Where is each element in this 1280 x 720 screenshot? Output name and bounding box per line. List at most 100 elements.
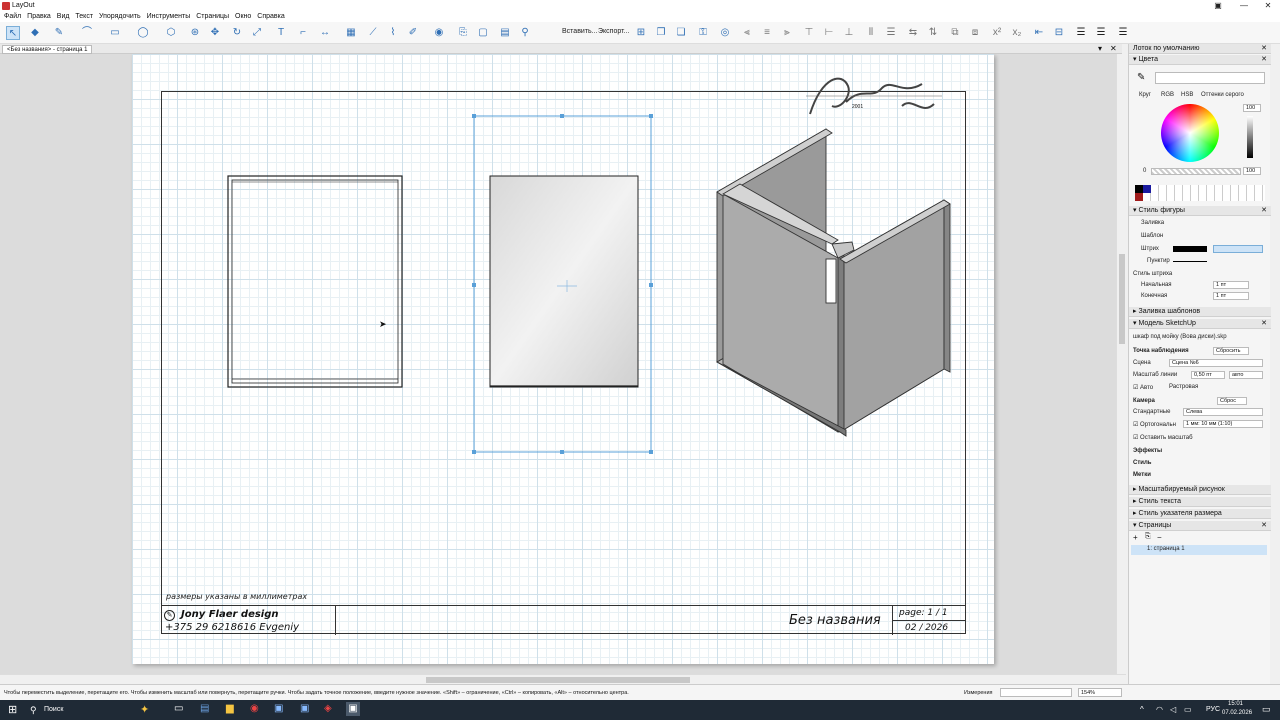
taskbar-search[interactable]: Поиск xyxy=(44,706,63,713)
colors-section-header[interactable]: ▾ Цвета ✕ xyxy=(1129,55,1271,65)
app-icon-1[interactable]: ▣ xyxy=(274,703,283,714)
align-top-icon[interactable]: ⊤ xyxy=(802,26,816,40)
opacity-value[interactable]: 100 xyxy=(1243,167,1261,175)
menu-tools[interactable]: Инструменты xyxy=(147,12,191,22)
render-mode-select[interactable]: Растровая xyxy=(1169,384,1198,390)
notifications-icon[interactable]: ▭ xyxy=(1262,704,1271,715)
app-icon-2[interactable]: ▣ xyxy=(300,703,309,714)
ortho-checkbox[interactable]: ☑ Ортогональн xyxy=(1133,421,1176,428)
volume-icon[interactable]: ◁ xyxy=(1170,705,1176,714)
color-tab-rgb[interactable]: RGB xyxy=(1161,92,1174,98)
pattern-fill-section-header[interactable]: ▸ Заливка шаблонов xyxy=(1129,307,1271,317)
reset-viewpoint-button[interactable]: Сбросить xyxy=(1213,347,1249,355)
restore-window-icon[interactable]: ▣ xyxy=(1206,0,1230,12)
text-align-center-icon[interactable]: ⊟ xyxy=(1052,26,1066,40)
tray-chevron-icon[interactable]: ^ xyxy=(1140,705,1144,714)
keep-scale-checkbox[interactable]: ☑ Оставить масштаб xyxy=(1133,434,1193,441)
standard-views-select[interactable]: Слева xyxy=(1183,408,1263,416)
menu-window[interactable]: Окно xyxy=(235,12,251,22)
tab-dropdown-icon[interactable]: ▾ xyxy=(1098,44,1102,53)
front-view-drawing[interactable] xyxy=(227,175,403,388)
text-tool-icon[interactable]: T xyxy=(274,26,288,40)
start-width-field[interactable]: 1 пт xyxy=(1213,281,1249,289)
stroke-width-field[interactable] xyxy=(1213,245,1263,253)
close-tab-icon[interactable]: ✕ xyxy=(1110,44,1117,53)
color-wheel[interactable] xyxy=(1161,104,1219,162)
text-justify-right-icon[interactable]: ☰ xyxy=(1116,26,1130,40)
layout-app-icon[interactable]: ▣ xyxy=(346,702,360,716)
effects-section[interactable]: Эффекты xyxy=(1133,448,1162,454)
screen-presentation-icon[interactable]: ◉ xyxy=(432,26,446,40)
text-style-section-header[interactable]: ▸ Стиль текста xyxy=(1129,497,1271,507)
language-indicator[interactable]: РУС xyxy=(1206,706,1220,713)
text-align-left-icon[interactable]: ⇤ xyxy=(1032,26,1046,40)
menu-text[interactable]: Текст xyxy=(75,12,93,22)
line-scale-mode[interactable]: авто xyxy=(1229,371,1263,379)
pen-tool-icon[interactable]: ✎ xyxy=(52,26,66,40)
brightness-slider[interactable] xyxy=(1247,116,1253,158)
chrome-icon[interactable]: ◉ xyxy=(250,703,259,714)
document-tab[interactable]: <Без названия> - страница 1 xyxy=(2,45,93,54)
ortho-scale-select[interactable]: 1 мм: 10 мм (1:10) xyxy=(1183,420,1263,428)
pattern-label[interactable]: Шаблон xyxy=(1141,233,1163,239)
distribute-h-icon[interactable]: ⫴ xyxy=(864,26,878,40)
title-block[interactable]: ✎ Jony Flaer design +375 29 6218616 Evge… xyxy=(161,605,966,635)
dash-label[interactable]: Пунктир xyxy=(1147,258,1170,264)
insert-button[interactable]: Вставить... xyxy=(562,28,598,35)
distribute-v-icon[interactable]: ☰ xyxy=(884,26,898,40)
bring-front-icon[interactable]: ⧉ xyxy=(948,26,962,40)
menu-view[interactable]: Вид xyxy=(57,12,70,22)
arc-tool-icon[interactable]: ⌒ xyxy=(80,26,94,40)
export-button[interactable]: Экспорт... xyxy=(598,28,629,35)
ungroup-icon[interactable]: ❏ xyxy=(674,26,688,40)
menu-help[interactable]: Справка xyxy=(257,12,284,22)
paper-page[interactable]: 2001 размеры указаны в миллиметрах ✎ Jon… xyxy=(132,54,994,664)
color-tab-wheel[interactable]: Круг xyxy=(1139,92,1151,98)
zoom-icon[interactable]: ⚲ xyxy=(518,26,532,40)
clock-time[interactable]: 15:01 xyxy=(1228,701,1243,707)
align-middle-icon[interactable]: ⊢ xyxy=(822,26,836,40)
grid-toggle-icon[interactable]: ⊞ xyxy=(634,26,648,40)
opacity-slider[interactable] xyxy=(1151,168,1241,175)
label-tool-icon[interactable]: ⌐ xyxy=(296,26,310,40)
eyedropper-icon[interactable]: ✎ xyxy=(1137,72,1145,83)
tags-section[interactable]: Метки xyxy=(1133,472,1151,478)
sketchup-icon[interactable]: ◈ xyxy=(324,703,332,714)
horizontal-scroll-thumb[interactable] xyxy=(426,677,690,683)
back-view-drawing[interactable] xyxy=(472,114,653,454)
dimension-tool-icon[interactable]: ↔ xyxy=(318,26,332,40)
table-tool-icon[interactable]: ▦ xyxy=(344,26,358,40)
close-panel-icon[interactable]: ✕ xyxy=(1261,44,1267,54)
style-section[interactable]: Стиль xyxy=(1133,460,1151,466)
superscript-icon[interactable]: x² xyxy=(990,26,1004,40)
add-page-icon[interactable]: + xyxy=(1133,533,1138,542)
dimension-style-section-header[interactable]: ▸ Стиль указателя размера xyxy=(1129,509,1271,519)
dash-preview[interactable] xyxy=(1173,261,1207,262)
sketchup-model-section-header[interactable]: ▾ Модель SketchUp ✕ xyxy=(1129,319,1271,329)
menu-arrange[interactable]: Упорядочить xyxy=(99,12,141,22)
flip-v-icon[interactable]: ⇅ xyxy=(926,26,940,40)
text-justify-center-icon[interactable]: ☰ xyxy=(1094,26,1108,40)
folder-icon[interactable]: ▆ xyxy=(226,703,234,714)
auto-checkbox[interactable]: ☑ Авто xyxy=(1133,384,1153,391)
network-icon[interactable]: ◠ xyxy=(1156,705,1163,714)
close-window-button[interactable]: ✕ xyxy=(1256,0,1280,12)
line-scale-field[interactable]: 0,50 пт xyxy=(1191,371,1225,379)
isometric-cabinet-drawing[interactable] xyxy=(716,128,951,437)
page-list-item[interactable]: 1: страница 1 xyxy=(1131,545,1267,555)
brightness-value[interactable]: 100 xyxy=(1243,104,1261,112)
vertical-scroll-thumb[interactable] xyxy=(1119,254,1125,344)
horizontal-scrollbar[interactable] xyxy=(0,674,1126,684)
polygon-tool-icon[interactable]: ⬡ xyxy=(164,26,178,40)
circle-tool-icon[interactable]: ◯ xyxy=(136,26,150,40)
join-tool-icon[interactable]: ⌇ xyxy=(386,26,400,40)
align-center-icon[interactable]: ≡ xyxy=(760,26,774,40)
lock-icon[interactable]: ⚿ xyxy=(696,26,710,40)
delete-page-icon[interactable]: ▤ xyxy=(498,26,512,40)
camera-reset-button[interactable]: Сброс xyxy=(1217,397,1247,405)
text-justify-left-icon[interactable]: ☰ xyxy=(1074,26,1088,40)
rectangle-tool-icon[interactable]: ▭ xyxy=(108,26,122,40)
search-icon[interactable]: ⚲ xyxy=(30,705,37,716)
scaled-drawing-section-header[interactable]: ▸ Масштабируемый рисунок xyxy=(1129,485,1271,495)
task-view-icon[interactable]: ▭ xyxy=(174,703,183,714)
